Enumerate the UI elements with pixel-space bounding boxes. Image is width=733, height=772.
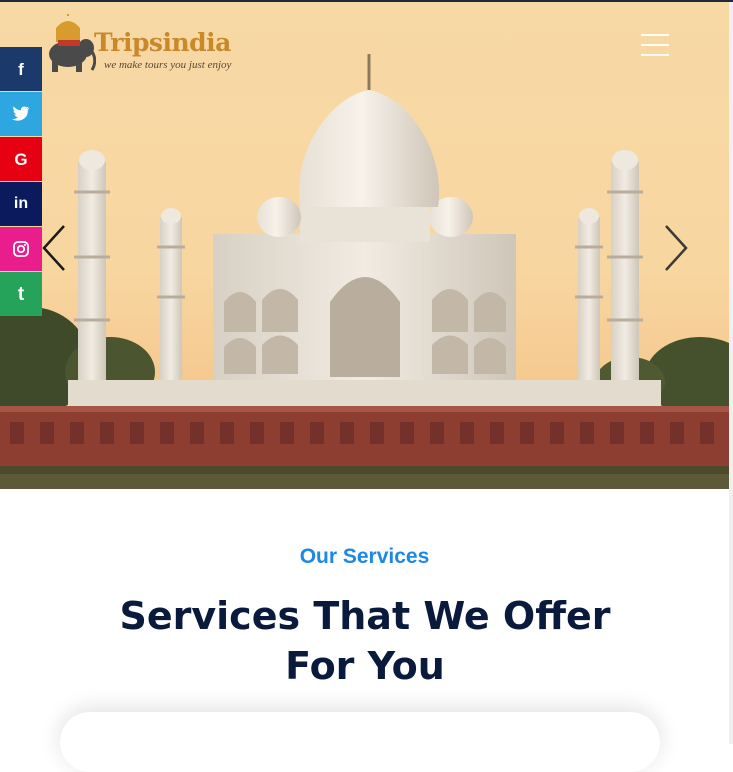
- linkedin-button[interactable]: in: [0, 182, 42, 226]
- section-heading: Services That We Offer For You: [119, 594, 611, 688]
- social-sidebar: f G in t: [0, 47, 42, 317]
- hero-slider: Tripsindia we make tours you just enjoy: [0, 2, 729, 489]
- chevron-left-icon: [42, 225, 65, 271]
- slider-next-button[interactable]: [660, 224, 690, 272]
- slider-prev-button[interactable]: [40, 224, 70, 272]
- site-logo[interactable]: Tripsindia we make tours you just enjoy: [44, 14, 264, 76]
- logo-brand-name: Tripsindia: [94, 28, 231, 57]
- elephant-logo-icon: [49, 14, 96, 72]
- logo-tagline: we make tours you just enjoy: [104, 59, 232, 71]
- tumblr-icon: t: [17, 283, 25, 305]
- linkedin-icon: in: [13, 195, 29, 212]
- section-eyebrow: Our Services: [299, 545, 430, 568]
- instagram-icon: [13, 241, 29, 257]
- google-button[interactable]: G: [0, 137, 42, 181]
- page-scrollbar[interactable]: [729, 2, 733, 744]
- service-card: [60, 712, 660, 772]
- hamburger-menu-icon[interactable]: [641, 32, 669, 58]
- twitter-button[interactable]: [0, 92, 42, 136]
- facebook-button[interactable]: f: [0, 47, 42, 91]
- google-icon: G: [14, 149, 28, 169]
- twitter-icon: [12, 106, 30, 121]
- facebook-icon: f: [18, 59, 24, 79]
- tumblr-button[interactable]: t: [0, 272, 42, 316]
- chevron-right-icon: [665, 225, 688, 271]
- instagram-button[interactable]: [0, 227, 42, 271]
